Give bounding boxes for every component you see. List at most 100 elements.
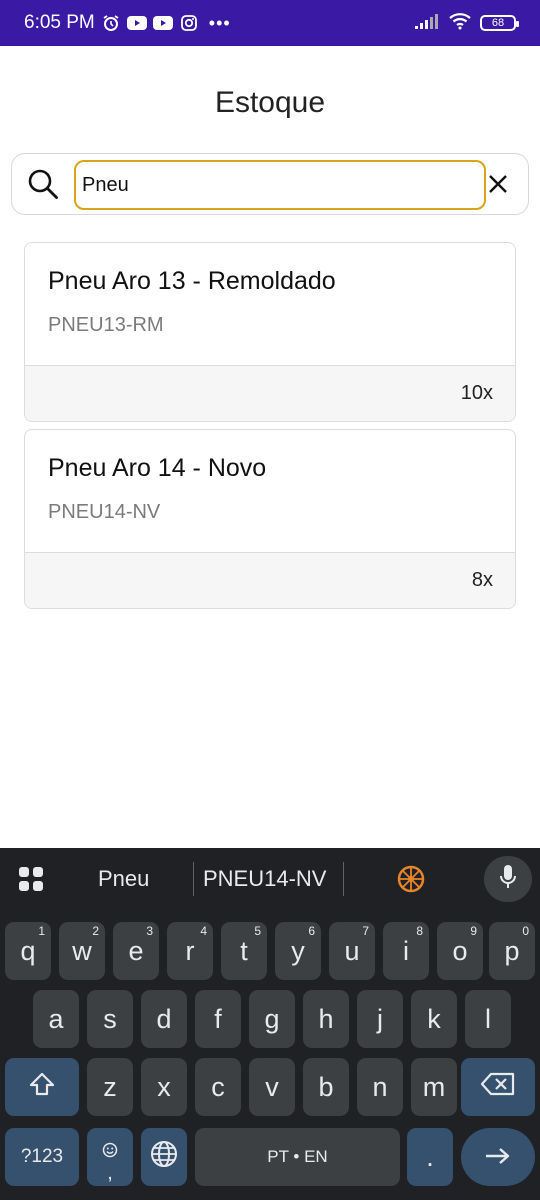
key-label: s <box>103 1003 117 1034</box>
key-hint: 2 <box>92 924 99 938</box>
product-code: PNEU14-NV <box>48 501 161 523</box>
key-label: r <box>185 935 195 966</box>
search-icon[interactable] <box>26 167 60 201</box>
youtube-icon <box>126 13 147 33</box>
key-w[interactable]: w2 <box>59 922 105 980</box>
instagram-icon <box>179 13 199 33</box>
key-m[interactable]: m <box>411 1058 457 1116</box>
arrow-right-icon <box>484 1142 512 1173</box>
suggestion-divider <box>343 862 344 896</box>
key-hint: 4 <box>200 924 207 938</box>
key-l[interactable]: l <box>465 990 511 1048</box>
key-o[interactable]: o9 <box>437 922 483 980</box>
key-i[interactable]: i8 <box>383 922 429 980</box>
more-notifications-icon: ••• <box>208 12 231 33</box>
key-b[interactable]: b <box>303 1058 349 1116</box>
card-footer: 8x <box>25 552 515 608</box>
key-j[interactable]: j <box>357 990 403 1048</box>
emoji-icon <box>102 1134 118 1165</box>
key-label: ?123 <box>20 1146 64 1167</box>
key-x[interactable]: x <box>141 1058 187 1116</box>
product-card[interactable]: Pneu Aro 14 - Novo PNEU14-NV 8x <box>24 429 516 609</box>
key-hint: 5 <box>254 924 261 938</box>
backspace-key[interactable] <box>461 1058 535 1116</box>
backspace-icon <box>480 1072 516 1103</box>
key-label: j <box>377 1003 383 1034</box>
search-input[interactable] <box>74 160 486 210</box>
key-label: x <box>157 1071 171 1102</box>
key-t[interactable]: t5 <box>221 922 267 980</box>
page-title: Estoque <box>214 86 326 119</box>
mic-button[interactable] <box>484 856 532 902</box>
card-footer: 10x <box>25 365 515 421</box>
soft-keyboard: Pneu PNEU14-NV q1 w2 e3 r4 t5 y6 u7 i8 o… <box>0 848 540 1200</box>
key-v[interactable]: v <box>249 1058 295 1116</box>
key-label: m <box>422 1071 446 1102</box>
symbols-key[interactable]: ?123 <box>5 1128 79 1186</box>
alarm-icon <box>101 13 121 33</box>
space-key[interactable]: PT • EN <box>195 1128 400 1186</box>
key-a[interactable]: a <box>33 990 79 1048</box>
enter-key[interactable] <box>461 1128 535 1186</box>
key-label: l <box>485 1003 491 1034</box>
notification-icons <box>101 13 199 33</box>
key-g[interactable]: g <box>249 990 295 1048</box>
key-e[interactable]: e3 <box>113 922 159 980</box>
key-hint: 7 <box>362 924 369 938</box>
key-z[interactable]: z <box>87 1058 133 1116</box>
system-status: 68 <box>414 12 519 35</box>
apps-grid-icon[interactable] <box>18 866 44 892</box>
key-label: k <box>427 1003 441 1034</box>
key-hint: 0 <box>522 924 529 938</box>
key-p[interactable]: p0 <box>489 922 535 980</box>
search-bar <box>11 153 529 215</box>
key-label: a <box>48 1003 64 1034</box>
key-y[interactable]: y6 <box>275 922 321 980</box>
key-hint: 1 <box>38 924 45 938</box>
shift-key[interactable] <box>5 1058 79 1116</box>
key-label: h <box>318 1003 334 1034</box>
key-label: g <box>264 1003 280 1034</box>
key-h[interactable]: h <box>303 990 349 1048</box>
wifi-icon <box>448 12 472 35</box>
card-body: Pneu Aro 13 - Remoldado PNEU13-RM <box>25 243 515 365</box>
key-label: t <box>240 935 248 966</box>
product-card[interactable]: Pneu Aro 13 - Remoldado PNEU13-RM 10x <box>24 242 516 422</box>
key-q[interactable]: q1 <box>5 922 51 980</box>
key-d[interactable]: d <box>141 990 187 1048</box>
language-key[interactable] <box>141 1128 187 1186</box>
status-bar: 6:05 PM ••• 68 <box>0 0 540 46</box>
product-name: Pneu Aro 13 - Remoldado <box>48 267 336 295</box>
period-key[interactable]: . <box>407 1128 453 1186</box>
key-label: b <box>318 1071 334 1102</box>
microphone-icon <box>499 864 517 895</box>
wheel-emoji-icon[interactable] <box>396 864 426 894</box>
product-code: PNEU13-RM <box>48 314 164 336</box>
key-label: n <box>372 1071 388 1102</box>
suggestion-divider <box>193 862 194 896</box>
key-k[interactable]: k <box>411 990 457 1048</box>
key-f[interactable]: f <box>195 990 241 1048</box>
key-hint: 6 <box>308 924 315 938</box>
key-s[interactable]: s <box>87 990 133 1048</box>
key-label: , <box>107 1161 113 1184</box>
suggestion-1[interactable]: Pneu <box>98 866 149 892</box>
emoji-key[interactable]: , <box>87 1128 133 1186</box>
key-c[interactable]: c <box>195 1058 241 1116</box>
key-label: p <box>504 935 520 966</box>
key-n[interactable]: n <box>357 1058 403 1116</box>
key-label: u <box>344 935 360 966</box>
key-r[interactable]: r4 <box>167 922 213 980</box>
key-label: d <box>156 1003 172 1034</box>
card-body: Pneu Aro 14 - Novo PNEU14-NV <box>25 430 515 552</box>
product-name: Pneu Aro 14 - Novo <box>48 454 267 482</box>
key-u[interactable]: u7 <box>329 922 375 980</box>
app-screen: 6:05 PM ••• 68 Estoque Pneu Pneu Aro 13 … <box>0 0 540 1200</box>
close-icon[interactable] <box>486 172 510 196</box>
key-label: c <box>211 1071 225 1102</box>
status-time: 6:05 PM <box>24 12 95 33</box>
globe-icon <box>150 1140 178 1175</box>
suggestion-2[interactable]: PNEU14-NV <box>203 866 326 892</box>
key-hint: 9 <box>470 924 477 938</box>
key-label: q <box>20 935 36 966</box>
